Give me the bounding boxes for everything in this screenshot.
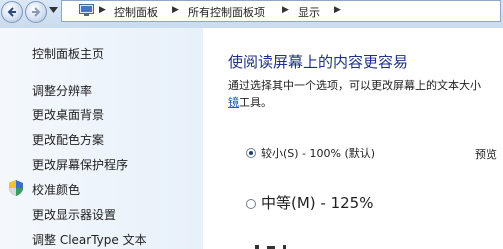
sidebar-item-adjust-resolution[interactable]: 调整分辨率 — [32, 82, 92, 99]
page-title: 使阅读屏幕上的内容更容易 — [228, 53, 409, 71]
sidebar-item-change-background[interactable]: 更改桌面背景 — [32, 106, 104, 123]
text-size-small-label[interactable]: 较小(S) - 100% (默认) — [261, 145, 375, 161]
breadcrumb-control-panel[interactable]: 控制面板 — [114, 4, 158, 20]
breadcrumb-separator-icon[interactable]: ▶ — [282, 5, 289, 15]
back-arrow-icon — [7, 7, 16, 17]
address-bar[interactable]: ▶ 控制面板 ▶ 所有控制面板项 ▶ 显示 ▶ — [61, 0, 501, 22]
recent-pages-chevron-icon[interactable] — [49, 7, 58, 13]
forward-button[interactable] — [25, 1, 47, 23]
breadcrumb-separator-icon[interactable]: ▶ — [334, 5, 341, 15]
sidebar-item-calibrate-color[interactable]: 校准颜色 — [32, 181, 80, 198]
sidebar-item-control-panel-home[interactable]: 控制面板主页 — [32, 45, 104, 62]
text-size-medium-radio[interactable] — [246, 199, 256, 209]
page-description-line2: 镜工具。 — [228, 94, 272, 110]
page-description: 通过选择其中一个选项，可以更改屏幕上的文本大小 — [228, 79, 481, 92]
uac-shield-icon — [9, 180, 23, 196]
breadcrumb-all-items[interactable]: 所有控制面板项 — [188, 4, 265, 20]
cut-off-option-glyphs — [255, 245, 286, 249]
forward-arrow-icon — [32, 7, 41, 17]
breadcrumb-separator-icon[interactable]: ▶ — [172, 5, 179, 15]
text-size-medium-label[interactable]: 中等(M) - 125% — [261, 192, 373, 213]
sidebar-item-adjust-cleartype[interactable]: 调整 ClearType 文本 — [32, 231, 147, 248]
sidebar-item-change-display-settings[interactable]: 更改显示器设置 — [32, 206, 116, 223]
back-button[interactable] — [1, 1, 23, 23]
breadcrumb-separator-icon[interactable]: ▶ — [99, 5, 106, 15]
breadcrumb-display[interactable]: 显示 — [298, 4, 320, 20]
preview-label: 预览 — [475, 148, 497, 161]
text-size-small-radio[interactable] — [246, 148, 256, 158]
sidebar: 控制面板主页 调整分辨率 更改桌面背景 更改配色方案 更改屏幕保护程序 校准颜色… — [0, 28, 203, 249]
sidebar-item-change-color-scheme[interactable]: 更改配色方案 — [32, 131, 104, 148]
sidebar-item-change-screensaver[interactable]: 更改屏幕保护程序 — [32, 156, 128, 173]
address-toolbar: ▶ 控制面板 ▶ 所有控制面板项 ▶ 显示 ▶ — [0, 0, 503, 29]
description-tail: 工具。 — [239, 96, 272, 109]
main-content: 使阅读屏幕上的内容更容易 通过选择其中一个选项，可以更改屏幕上的文本大小 镜工具… — [203, 28, 503, 249]
control-panel-icon — [79, 4, 94, 16]
magnifier-link[interactable]: 镜 — [228, 96, 239, 109]
